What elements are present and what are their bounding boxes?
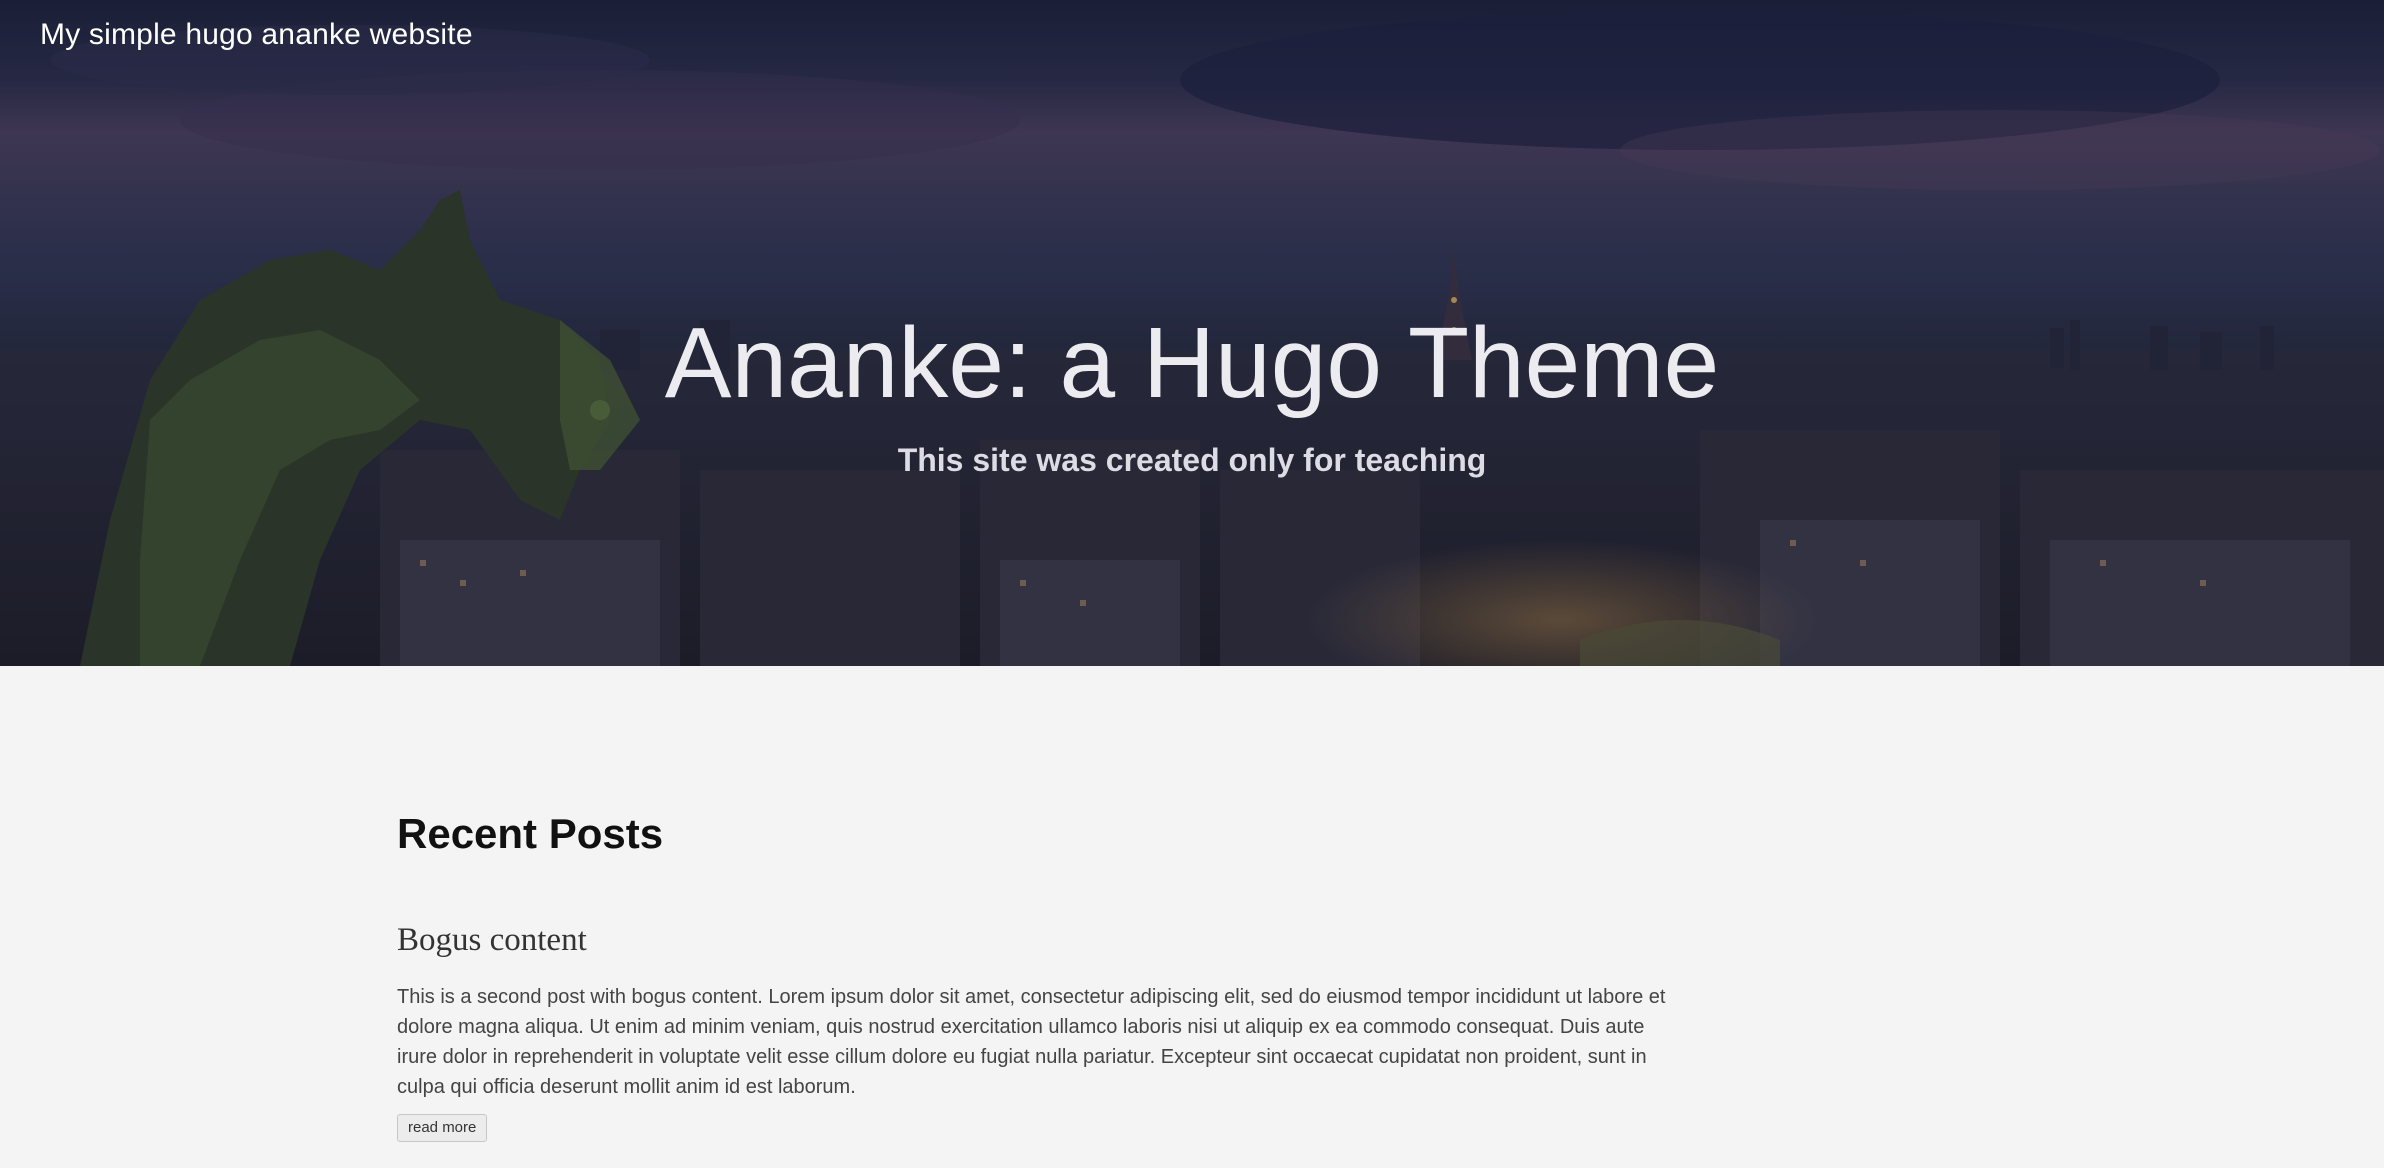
site-title-link[interactable]: My simple hugo ananke website xyxy=(40,18,473,52)
hero-subtitle: This site was created only for teaching xyxy=(897,442,1487,478)
post-summary: This is a second post with bogus content… xyxy=(397,986,1666,1098)
hero-title: Ananke: a Hugo Theme xyxy=(664,307,1720,419)
recent-posts-heading: Recent Posts xyxy=(397,810,664,857)
post-title[interactable]: Bogus content xyxy=(397,922,587,959)
read-more-button[interactable]: read more xyxy=(397,1114,488,1142)
hero-header: My simple hugo ananke website Ananke: a … xyxy=(0,0,2384,666)
